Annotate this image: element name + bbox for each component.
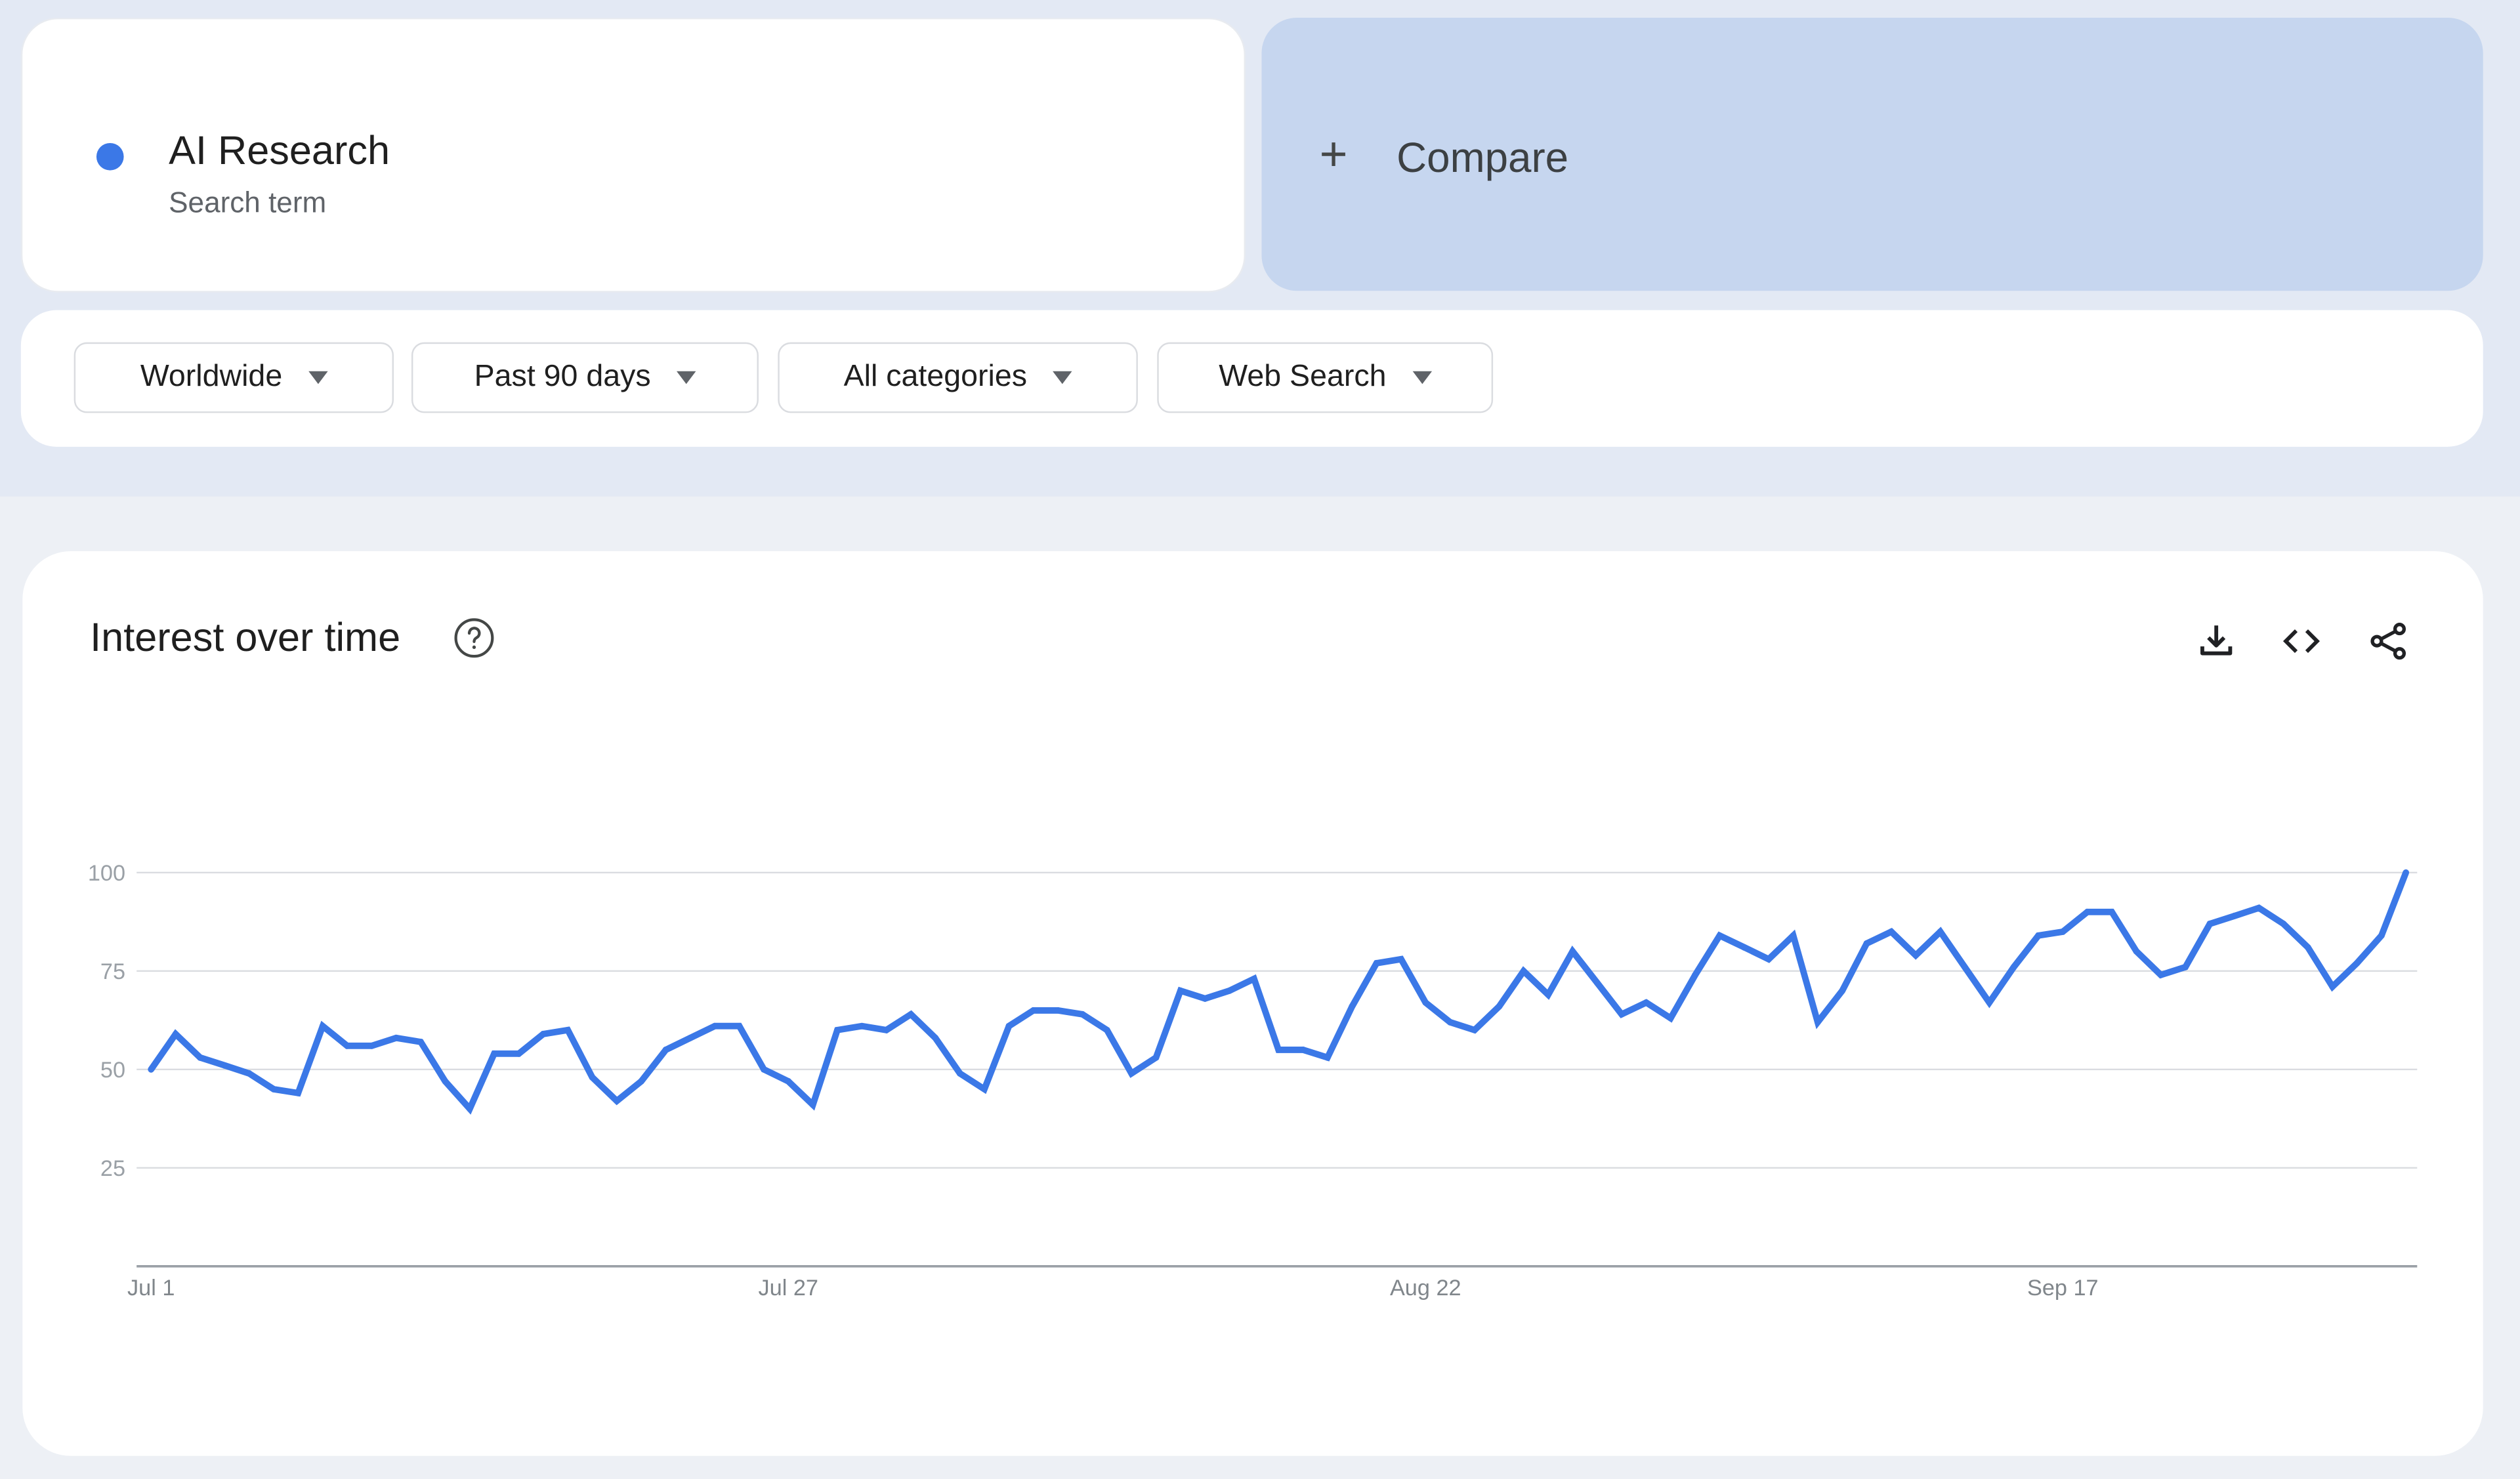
chart-title: Interest over time	[90, 615, 401, 661]
search-type-dropdown[interactable]: Web Search	[1157, 342, 1494, 413]
category-dropdown[interactable]: All categories	[778, 342, 1138, 413]
caret-down-icon	[1053, 371, 1072, 385]
caret-down-icon	[1412, 371, 1432, 385]
search-type-label: Web Search	[1219, 360, 1387, 394]
caret-down-icon	[308, 371, 327, 385]
category-label: All categories	[843, 360, 1027, 394]
caret-down-icon	[676, 371, 696, 385]
search-term-card[interactable]: AI Research Search term	[22, 19, 1244, 291]
embed-code-icon[interactable]	[2280, 620, 2322, 662]
time-range-label: Past 90 days	[474, 360, 651, 394]
series-color-dot	[96, 142, 124, 171]
plus-icon: +	[1319, 128, 1348, 182]
search-term-type: Search term	[169, 186, 327, 219]
region-filter-dropdown[interactable]: Worldwide	[74, 342, 394, 413]
share-icon[interactable]	[2367, 620, 2409, 662]
time-range-dropdown[interactable]: Past 90 days	[411, 342, 759, 413]
search-term-name[interactable]: AI Research	[169, 129, 390, 175]
compare-button[interactable]: + Compare	[1261, 17, 2483, 291]
filter-bar: Worldwide Past 90 days All categories We…	[20, 310, 2483, 447]
compare-label: Compare	[1396, 133, 1569, 182]
download-icon[interactable]	[2195, 620, 2237, 662]
help-circle-icon[interactable]	[453, 617, 495, 659]
interest-over-time-card: Interest over time	[22, 551, 2483, 1456]
trends-page: AI Research Search term + Compare Worldw…	[0, 0, 2520, 1479]
region-filter-label: Worldwide	[140, 360, 283, 394]
